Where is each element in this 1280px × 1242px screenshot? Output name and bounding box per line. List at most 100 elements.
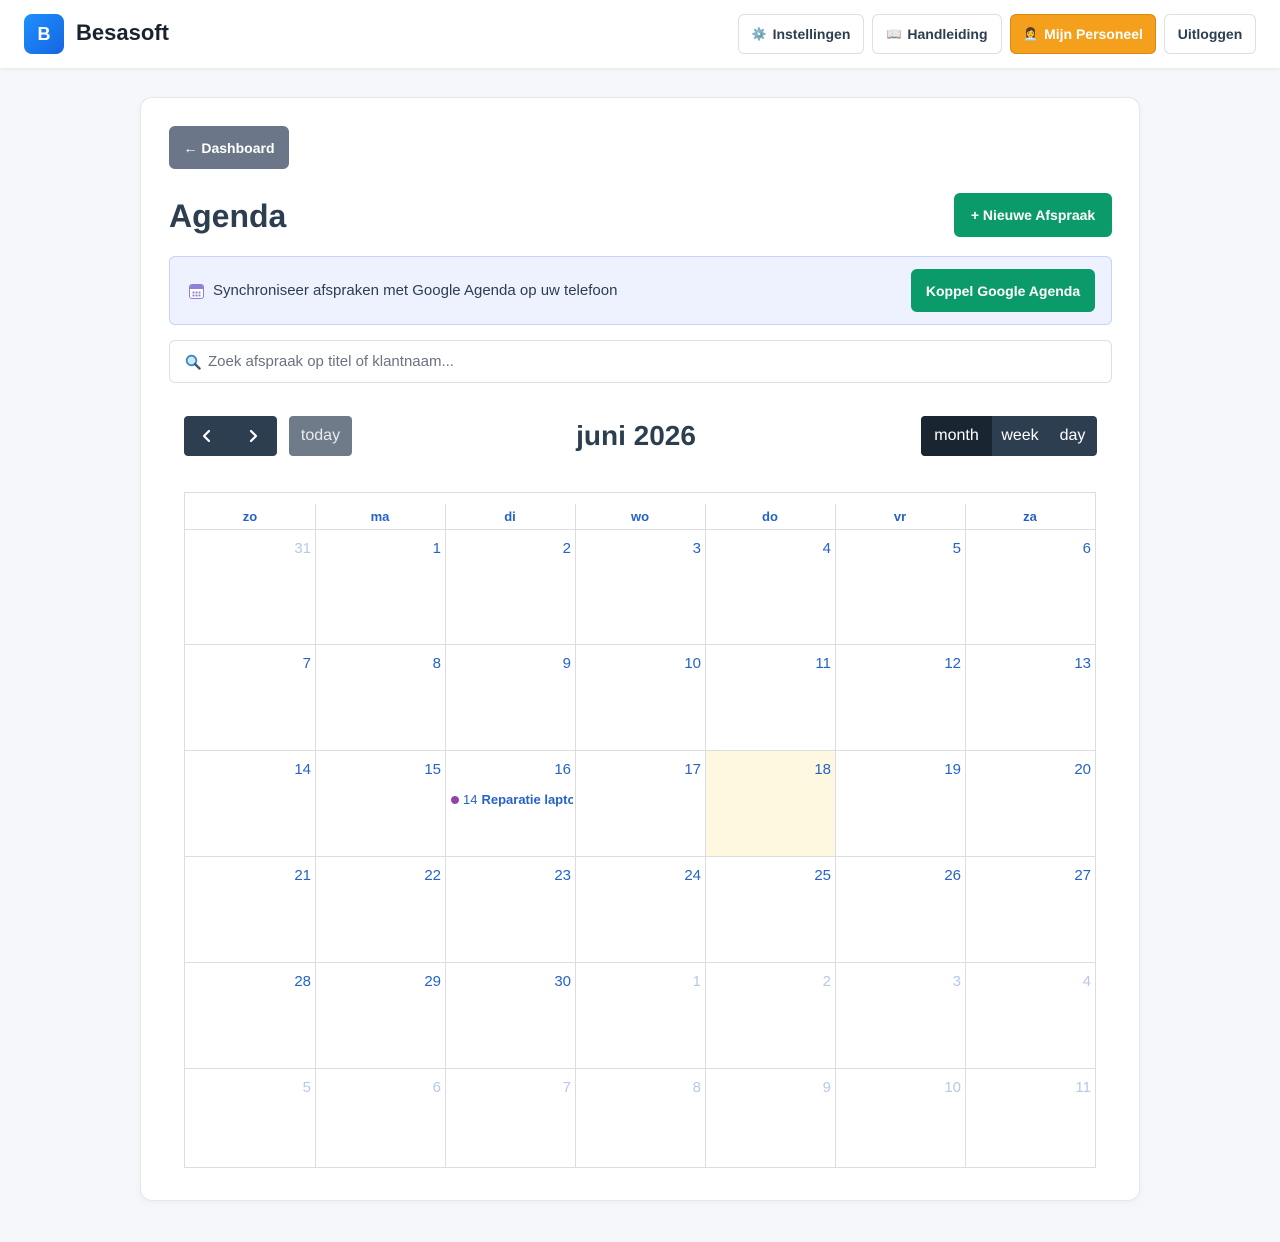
connect-google-calendar-button[interactable]: Koppel Google Agenda	[911, 269, 1095, 312]
day-number[interactable]: 21	[294, 867, 311, 884]
day-number[interactable]: 5	[953, 540, 961, 557]
day-number[interactable]: 3	[693, 540, 701, 557]
weekday-header[interactable]: zo	[185, 493, 315, 529]
day-number[interactable]: 19	[944, 761, 961, 778]
day-cell[interactable]: 4	[965, 963, 1095, 1069]
weekday-header[interactable]: do	[705, 493, 835, 529]
day-cell[interactable]: 1	[575, 963, 705, 1069]
logout-button[interactable]: Uitloggen	[1164, 14, 1256, 54]
day-cell[interactable]: 5	[835, 530, 965, 645]
day-number[interactable]: 23	[554, 867, 571, 884]
day-number[interactable]: 10	[944, 1079, 961, 1096]
day-cell[interactable]: 5	[185, 1069, 315, 1167]
day-number[interactable]: 17	[684, 761, 701, 778]
day-number[interactable]: 13	[1074, 655, 1091, 672]
calendar-event[interactable]: 14Reparatie laptop	[451, 792, 573, 807]
weekday-header[interactable]: za	[965, 493, 1095, 529]
day-cell[interactable]: 19	[835, 751, 965, 857]
brand-name[interactable]: Besasoft	[76, 20, 169, 46]
new-appointment-button[interactable]: + Nieuwe Afspraak	[954, 193, 1112, 237]
day-number[interactable]: 4	[823, 540, 831, 557]
day-cell[interactable]: 20	[965, 751, 1095, 857]
day-cell[interactable]: 26	[835, 857, 965, 963]
day-cell[interactable]: 17	[575, 751, 705, 857]
logo-icon[interactable]: B	[24, 14, 64, 54]
day-cell[interactable]: 8	[575, 1069, 705, 1167]
day-number[interactable]: 16	[554, 761, 571, 778]
day-cell[interactable]: 2	[445, 530, 575, 645]
day-number[interactable]: 31	[294, 540, 311, 557]
day-cell[interactable]: 24	[575, 857, 705, 963]
day-number[interactable]: 8	[433, 655, 441, 672]
day-cell[interactable]: 11	[705, 645, 835, 751]
day-cell[interactable]: 21	[185, 857, 315, 963]
day-cell[interactable]: 3	[835, 963, 965, 1069]
day-number[interactable]: 11	[1075, 1079, 1091, 1096]
weekday-header[interactable]: vr	[835, 493, 965, 529]
today-button[interactable]: today	[289, 416, 352, 456]
day-cell[interactable]: 11	[965, 1069, 1095, 1167]
day-cell[interactable]: 25	[705, 857, 835, 963]
settings-button[interactable]: ⚙️ Instellingen	[738, 14, 864, 54]
day-number[interactable]: 5	[303, 1079, 311, 1096]
day-number[interactable]: 29	[424, 973, 441, 990]
day-number[interactable]: 28	[294, 973, 311, 990]
day-number[interactable]: 10	[684, 655, 701, 672]
day-cell[interactable]: 15	[315, 751, 445, 857]
view-day-button[interactable]: day	[1048, 416, 1097, 456]
day-cell[interactable]: 7	[445, 1069, 575, 1167]
my-staff-button[interactable]: 👩‍💼 Mijn Personeel	[1010, 14, 1156, 54]
day-cell[interactable]: 30	[445, 963, 575, 1069]
day-number[interactable]: 27	[1074, 867, 1091, 884]
day-cell[interactable]: 10	[835, 1069, 965, 1167]
day-number[interactable]: 6	[433, 1079, 441, 1096]
day-number[interactable]: 9	[563, 655, 571, 672]
day-cell[interactable]: 31	[185, 530, 315, 645]
day-number[interactable]: 11	[815, 655, 831, 672]
day-cell[interactable]: 22	[315, 857, 445, 963]
day-number[interactable]: 4	[1083, 973, 1091, 990]
search-input[interactable]	[208, 341, 1098, 382]
day-number[interactable]: 22	[424, 867, 441, 884]
day-number[interactable]: 25	[814, 867, 831, 884]
day-number[interactable]: 9	[823, 1079, 831, 1096]
day-cell[interactable]: 12	[835, 645, 965, 751]
day-number[interactable]: 15	[424, 761, 441, 778]
manual-button[interactable]: 📖 Handleiding	[872, 14, 1002, 54]
day-number[interactable]: 1	[693, 973, 701, 990]
day-cell[interactable]: 1	[315, 530, 445, 645]
day-cell[interactable]: 7	[185, 645, 315, 751]
day-number[interactable]: 1	[433, 540, 441, 557]
day-number[interactable]: 20	[1074, 761, 1091, 778]
day-cell[interactable]: 27	[965, 857, 1095, 963]
day-number[interactable]: 18	[814, 761, 831, 778]
prev-month-button[interactable]	[184, 416, 230, 456]
view-week-button[interactable]: week	[992, 416, 1048, 456]
day-cell[interactable]: 9	[705, 1069, 835, 1167]
day-number[interactable]: 26	[944, 867, 961, 884]
day-number[interactable]: 2	[823, 973, 831, 990]
weekday-header[interactable]: ma	[315, 493, 445, 529]
day-cell[interactable]: 29	[315, 963, 445, 1069]
day-cell[interactable]: 23	[445, 857, 575, 963]
day-number[interactable]: 12	[944, 655, 961, 672]
day-number[interactable]: 24	[684, 867, 701, 884]
day-number[interactable]: 14	[294, 761, 311, 778]
day-cell[interactable]: 8	[315, 645, 445, 751]
back-to-dashboard-button[interactable]: ← Dashboard	[169, 126, 289, 169]
day-cell[interactable]: 6	[315, 1069, 445, 1167]
day-cell[interactable]: 9	[445, 645, 575, 751]
day-number[interactable]: 7	[563, 1079, 571, 1096]
day-cell[interactable]: 16 14Reparatie laptop	[445, 751, 575, 857]
weekday-header[interactable]: di	[445, 493, 575, 529]
day-cell[interactable]: 4	[705, 530, 835, 645]
day-cell[interactable]: 2	[705, 963, 835, 1069]
day-cell[interactable]: 13	[965, 645, 1095, 751]
day-cell[interactable]: 28	[185, 963, 315, 1069]
day-number[interactable]: 30	[554, 973, 571, 990]
weekday-header[interactable]: wo	[575, 493, 705, 529]
day-cell[interactable]: 3	[575, 530, 705, 645]
day-cell[interactable]: 10	[575, 645, 705, 751]
day-number[interactable]: 3	[953, 973, 961, 990]
day-number[interactable]: 8	[693, 1079, 701, 1096]
